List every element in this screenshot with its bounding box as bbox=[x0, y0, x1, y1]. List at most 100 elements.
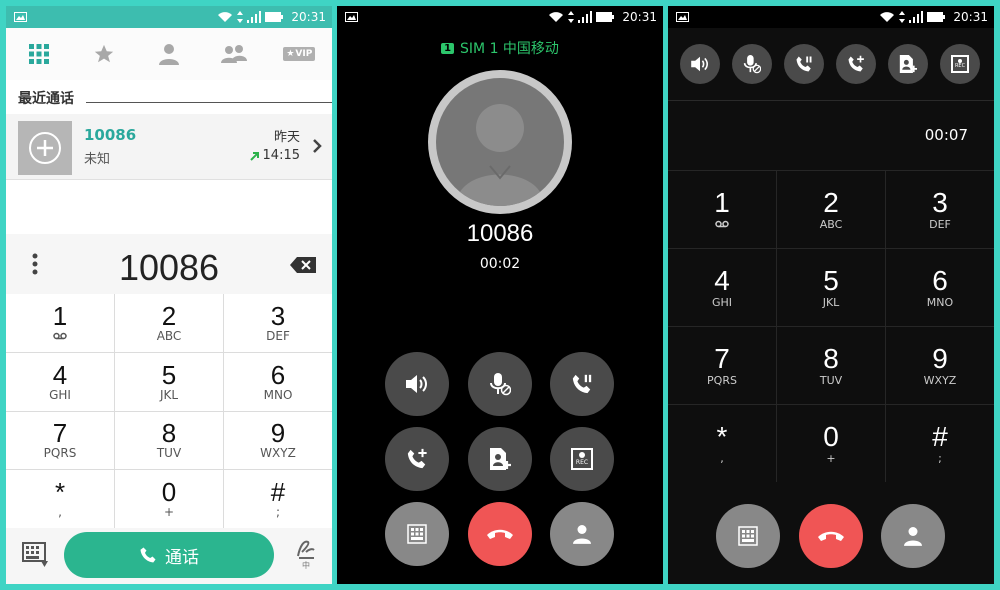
hide-keypad-button[interactable] bbox=[716, 504, 780, 568]
dialer-tab-bar: ★ VIP bbox=[6, 28, 332, 80]
record-button[interactable]: REC bbox=[940, 44, 980, 84]
dial-key-digit: 6 bbox=[932, 264, 948, 296]
caller-number: 10086 bbox=[466, 220, 534, 247]
mute-button[interactable] bbox=[468, 352, 532, 416]
speaker-button[interactable] bbox=[385, 352, 449, 416]
status-time: 20:31 bbox=[291, 10, 326, 24]
add-contact-file-icon bbox=[490, 448, 511, 470]
end-call-button[interactable] bbox=[468, 502, 532, 566]
tab-groups[interactable] bbox=[214, 34, 254, 74]
dial-key-1[interactable]: 1 bbox=[6, 294, 114, 352]
dial-key-9[interactable]: 9 WXYZ bbox=[224, 411, 332, 470]
tab-contacts[interactable] bbox=[149, 34, 189, 74]
hold-button[interactable] bbox=[784, 44, 824, 84]
dial-key-6[interactable]: 6 MNO bbox=[886, 249, 994, 326]
dial-key-6[interactable]: 6 MNO bbox=[224, 352, 332, 411]
chevron-right-icon[interactable] bbox=[312, 138, 322, 154]
add-call-button[interactable] bbox=[385, 427, 449, 491]
dial-key-3[interactable]: 3 DEF bbox=[886, 171, 994, 248]
tab-vip[interactable]: ★ VIP bbox=[279, 34, 319, 74]
call-duration: 00:02 bbox=[479, 256, 521, 272]
contacts-button[interactable] bbox=[881, 504, 945, 568]
data-arrows-icon bbox=[568, 11, 575, 23]
wifi-icon bbox=[549, 12, 564, 22]
dial-key-letters: + bbox=[826, 451, 836, 465]
dial-key-digit: 5 bbox=[161, 359, 177, 390]
tab-favorites[interactable] bbox=[84, 34, 124, 74]
tab-dialpad[interactable] bbox=[19, 34, 59, 74]
dial-key-letters: , bbox=[720, 451, 724, 465]
dial-key-0[interactable]: 0 + bbox=[115, 470, 223, 528]
dialpad: 1 2 ABC 3 DEF 4 GHI 5 JKL 6 MNO 7 PQRS 8 TUV 9 WXYZ *, 0 + #… bbox=[6, 294, 332, 528]
dial-key-digit: 9 bbox=[932, 342, 948, 374]
gallery-notification-icon bbox=[676, 12, 689, 22]
dial-key-7[interactable]: 7 PQRS bbox=[6, 411, 114, 470]
dial-key-8[interactable]: 8 TUV bbox=[777, 327, 885, 404]
dialer-bottom-bar: 通话 中 bbox=[6, 528, 332, 584]
dial-key-digit: # bbox=[932, 420, 948, 452]
dial-key-1[interactable]: 1 bbox=[668, 171, 776, 248]
handwriting-label: 中 bbox=[302, 561, 310, 570]
dial-key-digit: 4 bbox=[52, 359, 68, 390]
dial-key-8[interactable]: 8 TUV bbox=[115, 411, 223, 470]
dial-key-digit: 1 bbox=[714, 186, 730, 218]
vip-tab-icon: ★ VIP bbox=[283, 47, 316, 61]
mic-mute-icon bbox=[490, 373, 511, 396]
dial-key-digit: 0 bbox=[823, 420, 839, 452]
record-button[interactable]: REC bbox=[550, 427, 614, 491]
mute-button[interactable] bbox=[732, 44, 772, 84]
add-to-contacts-button[interactable] bbox=[888, 44, 928, 84]
dial-key-4[interactable]: 4 GHI bbox=[668, 249, 776, 326]
backspace-icon[interactable] bbox=[290, 257, 316, 273]
rec-dot bbox=[579, 452, 585, 458]
dial-key-letters: TUV bbox=[156, 446, 182, 461]
dial-key-digit: 7 bbox=[52, 418, 68, 449]
contacts-button[interactable] bbox=[550, 502, 614, 566]
caller-avatar bbox=[428, 70, 572, 214]
data-arrows-icon bbox=[899, 11, 906, 23]
recent-divider bbox=[86, 102, 332, 103]
keypad-icon bbox=[738, 526, 758, 546]
dial-key-letters: ; bbox=[275, 505, 281, 520]
dial-key-star[interactable]: *, bbox=[668, 405, 776, 482]
call-button[interactable]: 通话 bbox=[64, 532, 274, 578]
end-call-button[interactable] bbox=[799, 504, 863, 568]
dial-input[interactable]: 10086 bbox=[6, 247, 332, 289]
rec-label: REC bbox=[575, 459, 589, 466]
keyboard-toggle-icon[interactable] bbox=[22, 542, 50, 568]
add-call-button[interactable] bbox=[836, 44, 876, 84]
dial-key-letters: ; bbox=[938, 451, 942, 465]
default-person-icon bbox=[456, 104, 544, 206]
dial-key-9[interactable]: 9 WXYZ bbox=[886, 327, 994, 404]
recent-number: 10086 bbox=[84, 126, 137, 144]
dial-key-hash[interactable]: #; bbox=[224, 470, 332, 528]
dial-key-4[interactable]: 4 GHI bbox=[6, 352, 114, 411]
dial-key-3[interactable]: 3 DEF bbox=[224, 294, 332, 352]
recent-time-wrap: 14:15 bbox=[249, 148, 300, 163]
dial-key-2[interactable]: 2 ABC bbox=[777, 171, 885, 248]
status-time: 20:31 bbox=[622, 10, 657, 24]
handwriting-input-button[interactable]: 中 bbox=[294, 536, 318, 571]
dial-key-digit: # bbox=[270, 477, 286, 508]
dial-key-letters: WXYZ bbox=[923, 373, 957, 387]
dial-key-0[interactable]: 0 + bbox=[777, 405, 885, 482]
dial-key-hash[interactable]: #; bbox=[886, 405, 994, 482]
call-button-label: 通话 bbox=[165, 547, 199, 568]
dial-key-5[interactable]: 5 JKL bbox=[777, 249, 885, 326]
recent-call-row[interactable]: 10086 未知 昨天 14:15 bbox=[6, 114, 332, 180]
dial-key-letters: PQRS bbox=[43, 446, 77, 461]
battery-icon bbox=[927, 12, 946, 22]
dial-key-star[interactable]: *, bbox=[6, 470, 114, 528]
add-contact-avatar[interactable] bbox=[18, 121, 72, 175]
in-call-keypad-screen: 20:31 REC 00:07 1 2 ABC 3 DEF 4 GHI 5 JKL 6 MNO 7 PQ… bbox=[668, 6, 994, 584]
dial-key-digit: * bbox=[716, 420, 728, 452]
hold-button[interactable] bbox=[550, 352, 614, 416]
dial-key-5[interactable]: 5 JKL bbox=[115, 352, 223, 411]
dial-key-voicemail bbox=[53, 329, 67, 343]
show-keypad-button[interactable] bbox=[385, 502, 449, 566]
speaker-button[interactable] bbox=[680, 44, 720, 84]
dial-key-digit: 7 bbox=[714, 342, 730, 374]
dial-key-2[interactable]: 2 ABC bbox=[115, 294, 223, 352]
dial-key-7[interactable]: 7 PQRS bbox=[668, 327, 776, 404]
add-to-contacts-button[interactable] bbox=[468, 427, 532, 491]
